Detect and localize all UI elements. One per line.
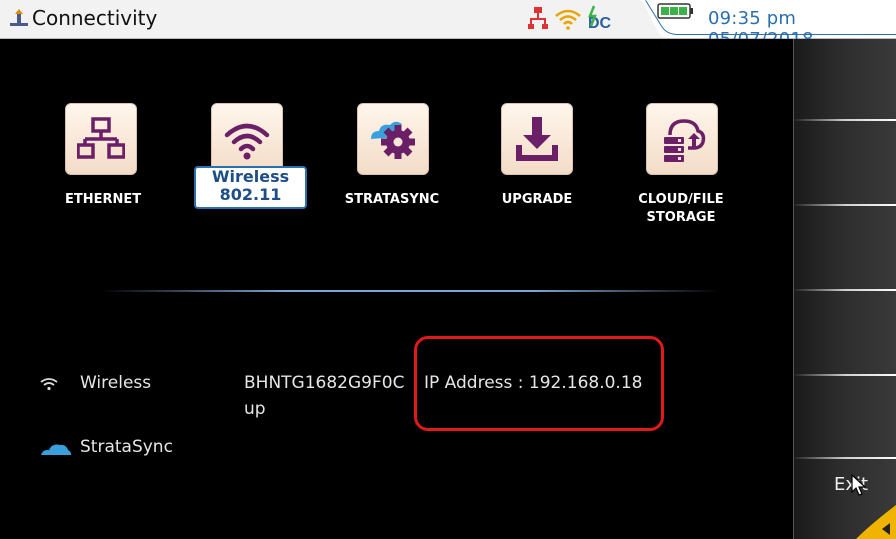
divider <box>100 290 720 292</box>
softkey-separator <box>794 289 896 291</box>
tile-label-upgrade: UPGRADE <box>501 192 573 207</box>
stratasync-gear-icon <box>371 121 415 159</box>
softkey-separator <box>794 119 896 121</box>
badge-line-2: 802.11 <box>219 185 282 204</box>
softkey-panel: Exit <box>793 39 896 539</box>
back-arrow-icon[interactable] <box>856 505 896 539</box>
softkey-separator <box>794 457 896 459</box>
network-icon <box>528 7 548 29</box>
softkey-separator <box>794 204 896 206</box>
stratasync-tile[interactable] <box>357 103 429 175</box>
wireless-802-11-badge[interactable]: Wireless 802.11 <box>194 166 307 209</box>
tile-label-line-1: CLOUD/FILE <box>638 192 724 207</box>
title-bar: Connectivity DC 09:35 pm <box>0 0 896 50</box>
tile-label-line-2: STORAGE <box>646 210 716 225</box>
wifi-icon <box>40 378 58 391</box>
download-icon <box>516 117 558 161</box>
cloud-file-storage-tile[interactable] <box>646 103 718 175</box>
tile-label-stratasync: STRATASYNC <box>344 192 440 207</box>
connectivity-icon <box>10 9 28 26</box>
battery-icon <box>657 3 693 19</box>
dc-power-icon: DC <box>588 5 612 32</box>
connection-name-wireless[interactable]: Wireless <box>80 373 151 393</box>
softkey-separator <box>794 374 896 376</box>
cloud-icon <box>41 444 71 455</box>
cloud-storage-icon <box>664 119 706 162</box>
status-icons: DC <box>528 5 612 32</box>
main-panel: ETHERNET Wireless 802.11 STRATASYNC UPGR… <box>10 39 793 539</box>
wireless-ssid: BHNTG1682G9F0C <box>244 373 405 393</box>
ethernet-tile[interactable] <box>65 103 137 175</box>
wifi-icon <box>224 123 270 160</box>
ethernet-icon <box>77 117 125 159</box>
wireless-state: up <box>244 399 266 419</box>
upgrade-tile[interactable] <box>501 103 573 175</box>
mouse-cursor-icon <box>851 474 867 496</box>
badge-line-1: Wireless <box>211 167 290 186</box>
window-title: Connectivity <box>32 6 158 30</box>
ip-address-highlight <box>414 336 664 431</box>
tile-label-cloud-file-storage: CLOUD/FILE STORAGE <box>626 191 736 227</box>
wireless-tile[interactable] <box>211 103 283 175</box>
tile-label-ethernet: ETHERNET <box>65 192 142 207</box>
wifi-icon <box>555 9 581 30</box>
connection-name-stratasync[interactable]: StrataSync <box>80 437 173 457</box>
